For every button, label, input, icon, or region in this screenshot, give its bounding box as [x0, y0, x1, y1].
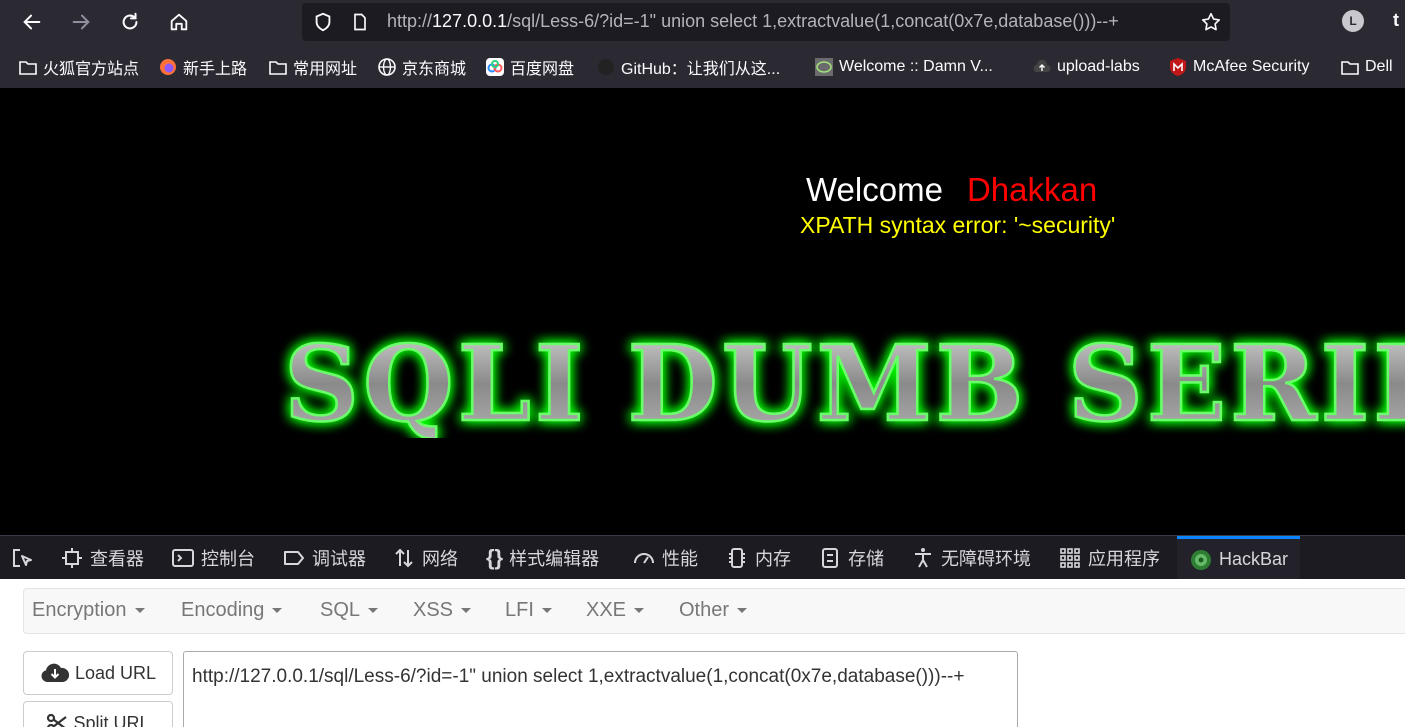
- tab-performance[interactable]: 性能: [632, 536, 698, 580]
- browser-toolbar: http://127.0.0.1/sql/Less-6/?id=-1" unio…: [0, 0, 1405, 44]
- bookmark-getting-started[interactable]: 新手上路: [158, 56, 247, 78]
- menu-xss[interactable]: XSS: [413, 599, 472, 622]
- reload-icon: [122, 12, 138, 30]
- devtools-toolbar: 查看器 控制台 调试器 网络 {} 样式编辑器 性能 内存 存储 无障碍环境 应…: [0, 535, 1405, 580]
- caret-down-icon: [634, 608, 645, 614]
- caret-down-icon: [272, 608, 283, 614]
- hackbar-panel: Encryption Encoding SQL XSS LFI XXE Othe…: [0, 579, 1405, 727]
- console-icon: [172, 549, 194, 567]
- element-picker-button[interactable]: [10, 536, 34, 580]
- split-url-button[interactable]: Split URL: [23, 701, 173, 727]
- inspector-icon: [62, 548, 82, 568]
- bookmark-dell[interactable]: Dell: [1340, 56, 1393, 78]
- folder-icon: [18, 57, 38, 77]
- bookmark-dvwa[interactable]: Welcome :: Damn V...: [814, 56, 993, 78]
- scissors-icon: [47, 713, 68, 727]
- web-page-content: Welcome Dhakkan XPATH syntax error: '~sec…: [0, 88, 1405, 535]
- application-icon: [1060, 548, 1080, 568]
- user-name: Dhakkan: [966, 171, 1098, 208]
- tab-hackbar[interactable]: HackBar: [1177, 536, 1301, 580]
- menu-xxe[interactable]: XXE: [586, 599, 645, 622]
- caret-down-icon: [461, 608, 472, 614]
- hackbar-menu: Encryption Encoding SQL XSS LFI XXE Othe…: [23, 588, 1405, 634]
- xpath-error-message: XPATH syntax error: '~security': [800, 212, 1116, 238]
- shield-icon[interactable]: [312, 11, 334, 33]
- folder-icon: [1340, 57, 1360, 77]
- element-picker-icon: [13, 549, 32, 567]
- firefox-icon: [158, 57, 178, 77]
- tab-accessibility[interactable]: 无障碍环境: [911, 536, 1031, 580]
- bookmark-huohu[interactable]: 火狐官方站点: [18, 56, 139, 78]
- tab-storage[interactable]: 存储: [818, 536, 884, 580]
- back-arrow-icon: [23, 14, 41, 30]
- menu-other[interactable]: Other: [679, 599, 748, 622]
- bookmark-common-sites[interactable]: 常用网址: [268, 56, 357, 78]
- page-info-icon[interactable]: [350, 12, 370, 32]
- home-button[interactable]: [163, 6, 195, 38]
- upload-labs-icon: [1032, 57, 1052, 77]
- bookmark-mcafee[interactable]: McAfee Security: [1168, 56, 1309, 78]
- forward-arrow-icon: [72, 14, 90, 30]
- folder-icon: [268, 57, 288, 77]
- url-text[interactable]: http://127.0.0.1/sql/Less-6/?id=-1" unio…: [387, 11, 1180, 32]
- globe-icon: [377, 57, 397, 77]
- forward-button[interactable]: [65, 6, 97, 38]
- bookmark-star-icon[interactable]: [1200, 11, 1222, 33]
- welcome-text: Welcome: [806, 171, 943, 208]
- welcome-line: Welcome Dhakkan: [806, 171, 1097, 209]
- tab-console[interactable]: 控制台: [171, 536, 255, 580]
- hackbar-url-textarea[interactable]: http://127.0.0.1/sql/Less-6/?id=-1" unio…: [183, 651, 1018, 727]
- bookmark-jd[interactable]: 京东商城: [377, 56, 466, 78]
- caret-down-icon: [541, 608, 552, 614]
- tab-network[interactable]: 网络: [392, 536, 458, 580]
- github-icon: [596, 57, 616, 77]
- tab-style-editor[interactable]: {} 样式编辑器: [486, 536, 599, 580]
- tab-application[interactable]: 应用程序: [1058, 536, 1160, 580]
- mcafee-icon: [1168, 57, 1188, 77]
- menu-sql[interactable]: SQL: [320, 599, 379, 622]
- accessibility-icon: [915, 548, 931, 568]
- profile-avatar[interactable]: L: [1342, 10, 1364, 32]
- style-editor-icon: {}: [486, 545, 504, 570]
- caret-down-icon: [134, 608, 145, 614]
- dvwa-icon: [814, 57, 834, 77]
- performance-icon: [634, 553, 654, 564]
- cloud-download-icon: [41, 663, 70, 682]
- tab-memory[interactable]: 内存: [725, 536, 791, 580]
- reload-button[interactable]: [114, 6, 146, 38]
- debugger-icon: [284, 551, 304, 565]
- back-button[interactable]: [16, 6, 48, 38]
- bookmark-github[interactable]: GitHub：让我们从这...: [596, 56, 780, 78]
- home-icon: [170, 13, 188, 31]
- storage-icon: [822, 548, 838, 568]
- extension-button[interactable]: t: [1393, 10, 1405, 34]
- tab-inspector[interactable]: 查看器: [60, 536, 144, 580]
- hackbar-icon: [1191, 549, 1211, 570]
- memory-icon: [729, 548, 745, 568]
- menu-encoding[interactable]: Encoding: [181, 599, 283, 622]
- baidu-netdisk-icon: [485, 57, 505, 77]
- bookmark-upload-labs[interactable]: upload-labs: [1032, 56, 1140, 78]
- bookmark-baidu-netdisk[interactable]: 百度网盘: [485, 56, 574, 78]
- caret-down-icon: [737, 608, 748, 614]
- tab-debugger[interactable]: 调试器: [282, 536, 366, 580]
- bookmarks-bar: 火狐官方站点 新手上路 常用网址 京东商城 百度网盘 GitHub：让我们从这.…: [0, 44, 1405, 88]
- load-url-button[interactable]: Load URL: [23, 651, 173, 695]
- banner-text: SQLI DUMB SERIES: [284, 328, 1405, 438]
- menu-lfi[interactable]: LFI: [505, 599, 552, 622]
- network-icon: [395, 548, 413, 568]
- url-bar[interactable]: http://127.0.0.1/sql/Less-6/?id=-1" unio…: [302, 3, 1230, 41]
- caret-down-icon: [368, 608, 379, 614]
- sqli-dumb-series-banner: SQLI DUMB SERIES: [283, 328, 1405, 438]
- menu-encryption[interactable]: Encryption: [32, 599, 145, 622]
